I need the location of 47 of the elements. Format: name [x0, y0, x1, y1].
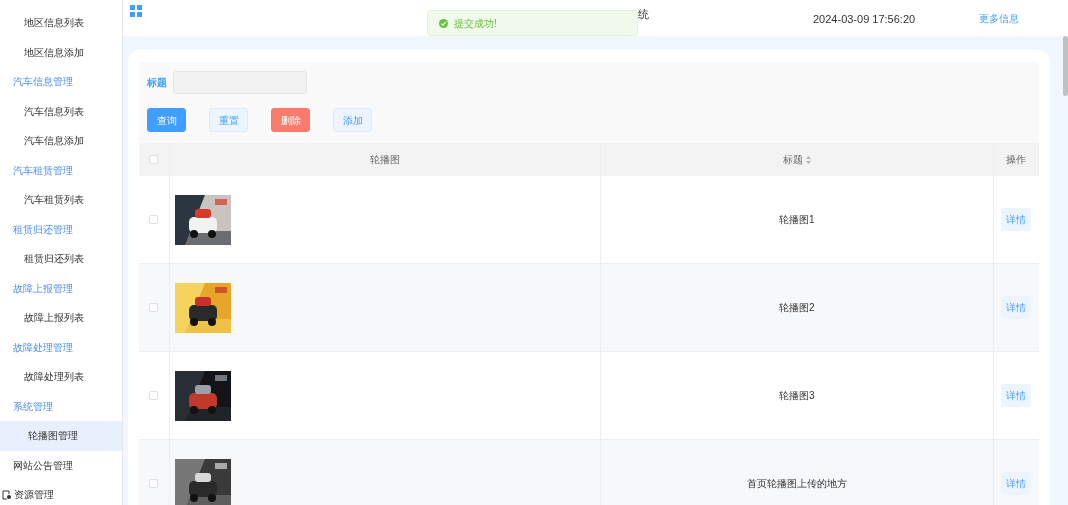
checkbox[interactable]	[149, 303, 159, 312]
column-header[interactable]: 标题	[782, 152, 811, 167]
menu-group[interactable]: 汽车信息管理	[0, 67, 122, 97]
table-cell-text: 轮播图2	[778, 301, 815, 315]
scrollbar[interactable]	[1063, 36, 1068, 96]
checkbox[interactable]	[149, 391, 159, 400]
table-cell-text: 轮播图3	[778, 389, 815, 403]
details-button[interactable]: 详情	[1001, 208, 1032, 231]
menu-item[interactable]: 故障上报列表	[0, 303, 122, 333]
more-info-link[interactable]: 更多信息	[979, 11, 1020, 26]
menu-item[interactable]: 地区信息添加	[0, 37, 122, 67]
checkbox[interactable]	[149, 479, 159, 488]
action-button[interactable]: 重置	[209, 108, 248, 132]
action-button[interactable]: 删除	[271, 108, 310, 132]
sort-icon	[805, 155, 811, 164]
menu-item[interactable]: 网站公告管理	[0, 450, 122, 480]
menu-group[interactable]: 故障处理管理	[0, 332, 122, 362]
field-label: 标题	[147, 76, 167, 90]
details-button[interactable]: 详情	[1001, 472, 1032, 495]
system-title: 统	[638, 7, 649, 22]
menu-item[interactable]: 故障处理列表	[0, 362, 122, 392]
menu-group[interactable]: 汽车租赁管理	[0, 155, 122, 185]
menu-group[interactable]: 故障上报管理	[0, 273, 122, 303]
success-toast: 提交成功!	[427, 10, 638, 36]
action-button[interactable]: 查询	[147, 108, 186, 132]
menu-item[interactable]: 资源管理	[0, 480, 122, 505]
check-circle-icon	[439, 18, 448, 28]
details-button[interactable]: 详情	[1001, 296, 1032, 319]
menu-item[interactable]: 轮播图管理	[0, 421, 122, 451]
column-header: 操作	[1005, 153, 1026, 167]
table-cell-text: 轮播图1	[778, 213, 815, 227]
folder-settings-icon	[2, 489, 12, 500]
menu-group[interactable]: 租赁归还管理	[0, 214, 122, 244]
datetime: 2024-03-09 17:56:20	[813, 12, 916, 27]
menu-item[interactable]: 地区信息列表	[0, 8, 122, 38]
menu-item[interactable]: 租赁归还列表	[0, 244, 122, 274]
checkbox[interactable]	[149, 155, 159, 164]
menu-item[interactable]: 汽车信息添加	[0, 126, 122, 156]
checkbox[interactable]	[149, 215, 159, 224]
grid-menu-icon[interactable]	[130, 5, 142, 17]
menu-item[interactable]: 汽车信息列表	[0, 96, 122, 126]
menu-item[interactable]: 汽车租赁列表	[0, 185, 122, 215]
menu-group[interactable]: 系统管理	[0, 391, 122, 421]
action-button[interactable]: 添加	[333, 108, 372, 132]
table-cell-text: 首页轮播图上传的地方	[746, 477, 847, 491]
column-header: 轮播图	[369, 153, 400, 167]
details-button[interactable]: 详情	[1001, 384, 1032, 407]
